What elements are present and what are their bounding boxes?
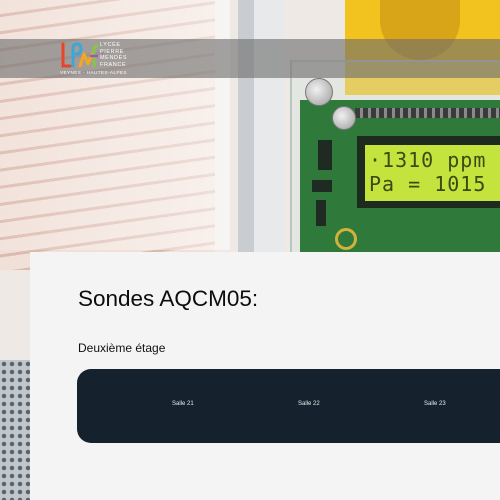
lpmf-logo-icon	[61, 42, 98, 68]
electronic-component	[312, 180, 332, 192]
page-title: Sondes AQCM05:	[78, 286, 259, 311]
logo-city: VEYNES - HAUTES-ALPES	[60, 70, 128, 75]
mounting-hole	[335, 228, 357, 250]
rooms-nav-bar: Salle 21 Salle 22 Salle 23	[77, 369, 500, 443]
lcd-display: ·1310 ppm Pa = 1015	[365, 145, 500, 201]
lcd-line-pressure: Pa = 1015	[369, 172, 487, 196]
photo-haze	[0, 0, 230, 250]
school-logo[interactable]: LYCÉE PIERRE MENDÈS FRANCE VEYNES - HAUT…	[60, 40, 140, 78]
page: ·1310 ppm Pa = 1015 LYCÉE PIERRE MENDÈS …	[0, 0, 500, 500]
logo-line: FRANCE	[100, 61, 127, 68]
content-card: Sondes AQCM05: Deuxième étage Salle 21 S…	[30, 252, 500, 500]
electronic-component	[318, 140, 332, 170]
room-link-salle-22[interactable]: Salle 22	[298, 401, 320, 407]
logo-line: MENDÈS	[100, 55, 128, 61]
room-link-salle-23[interactable]: Salle 23	[424, 401, 446, 407]
room-link-salle-21[interactable]: Salle 21	[172, 401, 194, 407]
logo-school-name: LYCÉE PIERRE MENDÈS FRANCE	[100, 42, 127, 68]
screw-icon	[332, 106, 356, 130]
lcd-line-co2: ·1310 ppm	[369, 148, 487, 172]
floor-label: Deuxième étage	[78, 341, 166, 355]
electronic-component	[316, 200, 326, 226]
screw-icon	[305, 78, 333, 106]
pin-header	[355, 108, 500, 118]
